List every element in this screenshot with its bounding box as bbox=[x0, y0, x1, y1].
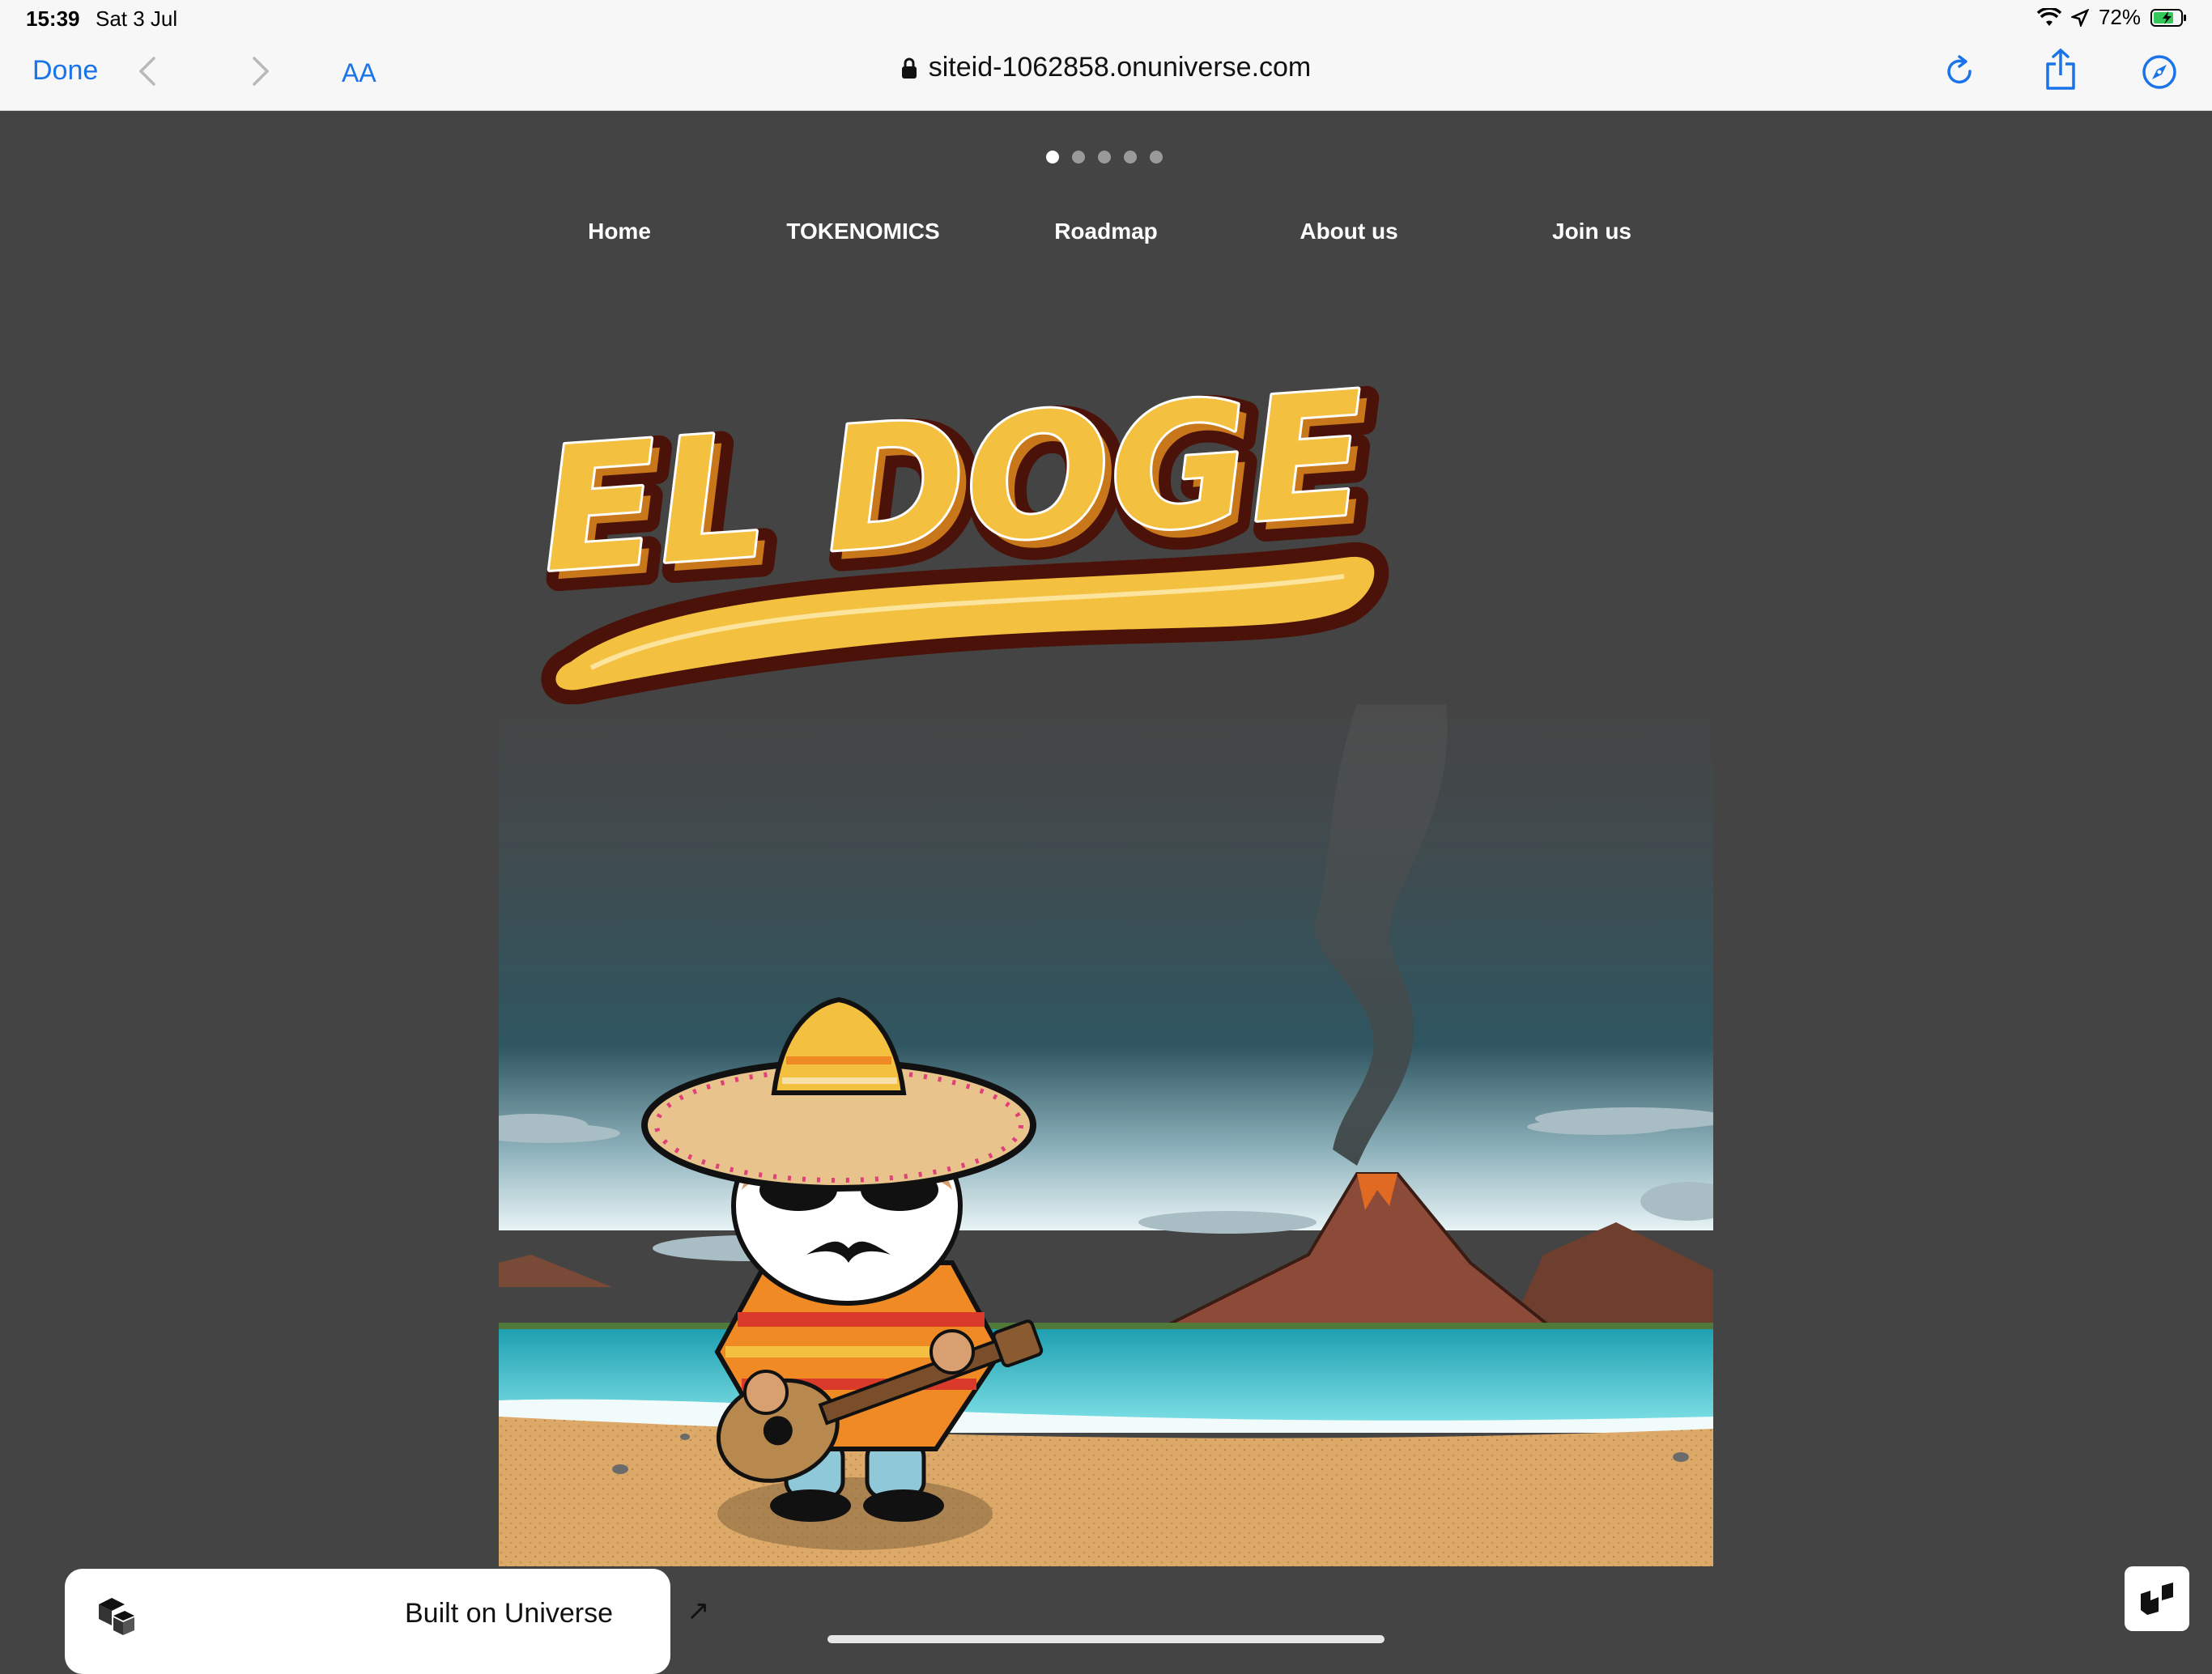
left-hills bbox=[499, 1255, 612, 1287]
reload-button[interactable] bbox=[1942, 52, 1979, 92]
location-icon bbox=[2070, 8, 2089, 27]
carousel-dot[interactable] bbox=[1046, 151, 1059, 164]
nav-home[interactable]: Home bbox=[588, 219, 651, 244]
carousel-dots bbox=[1046, 151, 1163, 164]
carousel-dot[interactable] bbox=[1098, 151, 1111, 164]
carousel-dot[interactable] bbox=[1150, 151, 1163, 164]
main-nav: Home TOKENOMICS Roadmap About us Join us bbox=[0, 219, 2212, 251]
address-bar[interactable]: siteid-1062858.onuniverse.com bbox=[0, 52, 2212, 87]
share-button[interactable] bbox=[2042, 45, 2079, 94]
status-bar: 15:39 Sat 3 Jul 72% bbox=[0, 0, 2212, 37]
external-link-icon: ↗ bbox=[687, 1595, 710, 1626]
status-time: 15:39 bbox=[26, 6, 80, 31]
reload-icon bbox=[1947, 55, 1972, 84]
nav-about-us[interactable]: About us bbox=[1300, 219, 1397, 244]
universe-icon bbox=[99, 1598, 134, 1635]
nav-join-us[interactable]: Join us bbox=[1552, 219, 1631, 244]
home-indicator bbox=[827, 1635, 1385, 1643]
right-hills bbox=[1511, 1222, 1713, 1328]
universe-corner-button[interactable] bbox=[2125, 1566, 2189, 1631]
hero-illustration bbox=[499, 704, 1713, 1566]
nav-roadmap[interactable]: Roadmap bbox=[1054, 219, 1158, 244]
carousel-dot[interactable] bbox=[1124, 151, 1137, 164]
beach bbox=[499, 1417, 1713, 1566]
url-text: siteid-1062858.onuniverse.com bbox=[928, 52, 1312, 83]
wifi-icon bbox=[2036, 7, 2061, 26]
battery-icon bbox=[2150, 8, 2186, 27]
battery-percent: 72% bbox=[2098, 5, 2141, 29]
built-on-universe-label: Built on Universe bbox=[405, 1598, 614, 1629]
el-doge-logo: EL DOGE EL DOGE bbox=[534, 352, 1393, 705]
lock-icon bbox=[901, 57, 917, 79]
nav-tokenomics[interactable]: TOKENOMICS bbox=[786, 219, 939, 244]
status-indicators: 72% bbox=[2036, 5, 2188, 30]
compass-icon bbox=[2142, 55, 2176, 89]
share-icon bbox=[2046, 48, 2075, 90]
status-date: Sat 3 Jul bbox=[96, 6, 178, 31]
built-on-universe-card[interactable]: Built on Universe ↗ bbox=[65, 1569, 710, 1674]
carousel-dot[interactable] bbox=[1072, 151, 1085, 164]
compass-button[interactable] bbox=[2141, 52, 2178, 92]
browser-toolbar: Done AA siteid-1062858.onuniverse.com bbox=[0, 37, 2212, 111]
universe-logo-icon bbox=[2141, 1583, 2173, 1615]
